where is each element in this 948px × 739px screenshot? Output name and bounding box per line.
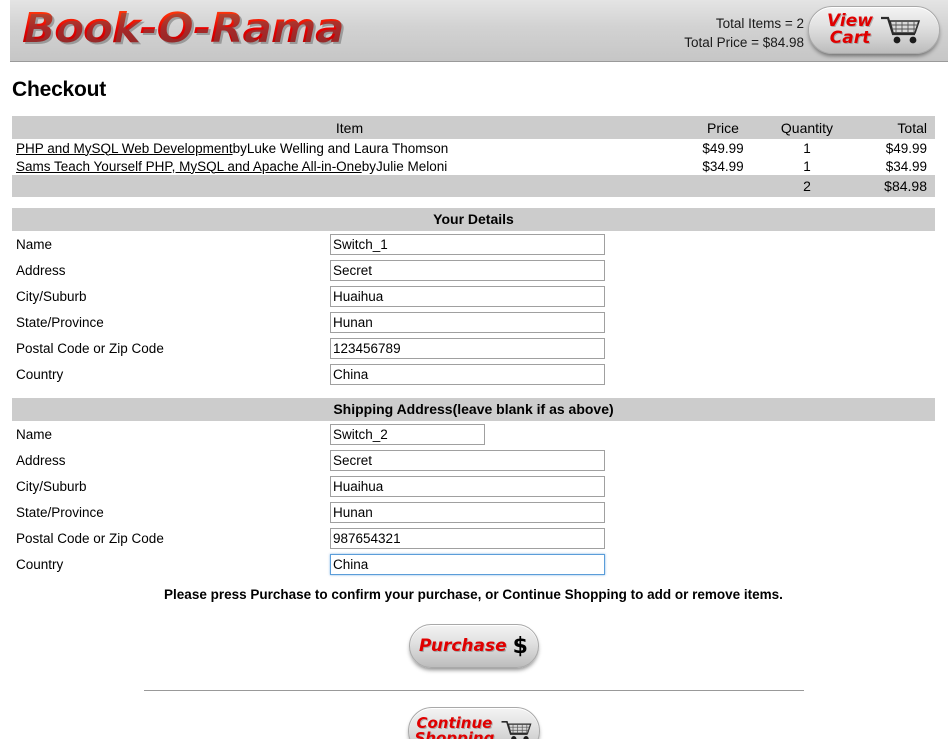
view-cart-line2: Cart bbox=[829, 28, 871, 48]
form-row-country: Country bbox=[12, 361, 935, 387]
totals-price-spacer bbox=[687, 175, 759, 197]
shipping-row-city: City/Suburb bbox=[12, 473, 935, 499]
your-details-form: Name Address City/Suburb State/Province … bbox=[12, 231, 935, 387]
shipping-address-heading: Shipping Address(leave blank if as above… bbox=[12, 398, 935, 421]
cart-item-quantity: 1 bbox=[803, 140, 811, 156]
shipping-postal-input[interactable] bbox=[330, 527, 605, 549]
column-header-price: Price bbox=[707, 119, 739, 136]
label-city: City/Suburb bbox=[16, 288, 87, 304]
book-author: byLuke Welling and Laura Thomson bbox=[232, 140, 449, 156]
cart-items-table: Item Price Quantity Total PHP and MySQL … bbox=[12, 116, 935, 197]
site-header: Book-O-Rama Book-O-Rama Total Items = 2 … bbox=[10, 0, 948, 62]
form-row-city: City/Suburb bbox=[12, 283, 935, 309]
label-postal-code: Postal Code or Zip Code bbox=[16, 340, 164, 356]
shipping-row-address: Address bbox=[12, 447, 935, 473]
your-details-city-input[interactable] bbox=[330, 285, 605, 307]
your-details-name-input[interactable] bbox=[330, 233, 605, 255]
book-title-link[interactable]: PHP and MySQL Web Development bbox=[16, 141, 233, 156]
totals-grand-total: $84.98 bbox=[855, 175, 935, 197]
your-details-country-input[interactable] bbox=[330, 363, 605, 385]
purchase-button[interactable]: Purchase $ bbox=[408, 624, 539, 668]
shipping-label-postal-code: Postal Code or Zip Code bbox=[16, 530, 164, 546]
view-cart-button[interactable]: View Cart bbox=[808, 6, 940, 54]
shipping-label-state: State/Province bbox=[16, 504, 104, 520]
form-row-state: State/Province bbox=[12, 309, 935, 335]
column-header-quantity: Quantity bbox=[780, 119, 834, 136]
label-name: Name bbox=[16, 236, 53, 252]
shipping-label-address: Address bbox=[16, 452, 66, 468]
your-details-address-input[interactable] bbox=[330, 259, 605, 281]
shipping-country-input[interactable] bbox=[330, 553, 605, 575]
column-header-item: Item bbox=[335, 119, 364, 136]
shipping-state-input[interactable] bbox=[330, 501, 605, 523]
dollar-sign-icon: $ bbox=[512, 633, 528, 659]
table-row: Sams Teach Yourself PHP, MySQL and Apach… bbox=[12, 157, 935, 175]
cart-table-header-row: Item Price Quantity Total bbox=[12, 116, 935, 139]
cart-item-cell: Sams Teach Yourself PHP, MySQL and Apach… bbox=[12, 157, 687, 175]
form-row-name: Name bbox=[12, 231, 935, 257]
view-cart-label: View Cart bbox=[827, 13, 873, 47]
cart-item-total: $49.99 bbox=[885, 140, 927, 156]
cart-item-total: $34.99 bbox=[885, 158, 927, 174]
shipping-address-input[interactable] bbox=[330, 449, 605, 471]
page-content: Checkout Item Price Quantity Total PHP a… bbox=[0, 78, 948, 739]
cart-summary: Total Items = 2 Total Price = $84.98 bbox=[684, 14, 804, 52]
book-author: byJulie Meloni bbox=[361, 158, 448, 174]
column-header-total: Total bbox=[897, 119, 927, 136]
action-buttons: Purchase $ Continue Shopping bbox=[12, 602, 935, 739]
your-details-heading: Your Details bbox=[12, 208, 935, 231]
your-details-postal-input[interactable] bbox=[330, 337, 605, 359]
shopping-cart-icon bbox=[501, 720, 532, 739]
purchase-label: Purchase bbox=[419, 636, 507, 656]
site-logo: Book-O-Rama bbox=[22, 4, 344, 52]
checkout-instruction: Please press Purchase to confirm your pu… bbox=[164, 587, 783, 602]
cart-item-price: $34.99 bbox=[702, 158, 744, 174]
totals-spacer bbox=[12, 175, 687, 197]
shipping-label-name: Name bbox=[16, 426, 53, 442]
cart-item-price: $49.99 bbox=[702, 140, 744, 156]
form-row-postal: Postal Code or Zip Code bbox=[12, 335, 935, 361]
book-title-link[interactable]: Sams Teach Yourself PHP, MySQL and Apach… bbox=[16, 159, 362, 174]
your-details-state-input[interactable] bbox=[330, 311, 605, 333]
label-state: State/Province bbox=[16, 314, 104, 330]
table-row: PHP and MySQL Web DevelopmentbyLuke Well… bbox=[12, 139, 935, 157]
cart-item-cell: PHP and MySQL Web DevelopmentbyLuke Well… bbox=[12, 139, 687, 157]
cart-item-quantity: 1 bbox=[803, 158, 811, 174]
section-divider bbox=[143, 690, 804, 691]
total-price-text: Total Price = $84.98 bbox=[684, 35, 804, 50]
form-row-address: Address bbox=[12, 257, 935, 283]
continue-line2: Shopping bbox=[414, 729, 495, 739]
shipping-label-country: Country bbox=[16, 556, 64, 572]
cart-totals-row: 2 $84.98 bbox=[12, 175, 935, 197]
shipping-row-postal: Postal Code or Zip Code bbox=[12, 525, 935, 551]
shipping-row-name: Name bbox=[12, 421, 935, 447]
shipping-city-input[interactable] bbox=[330, 475, 605, 497]
continue-shopping-button[interactable]: Continue Shopping bbox=[407, 707, 540, 739]
label-address: Address bbox=[16, 262, 66, 278]
page-title: Checkout bbox=[12, 78, 107, 101]
shipping-row-state: State/Province bbox=[12, 499, 935, 525]
shopping-cart-icon bbox=[880, 16, 921, 44]
shipping-name-input[interactable] bbox=[330, 423, 485, 445]
continue-shopping-label: Continue Shopping bbox=[415, 716, 495, 739]
label-country: Country bbox=[16, 366, 64, 382]
shipping-address-form: Name Address City/Suburb State/Province … bbox=[12, 421, 935, 577]
totals-quantity: 2 bbox=[759, 175, 855, 197]
shipping-row-country: Country bbox=[12, 551, 935, 577]
shipping-label-city: City/Suburb bbox=[16, 478, 87, 494]
total-items-text: Total Items = 2 bbox=[715, 16, 804, 31]
